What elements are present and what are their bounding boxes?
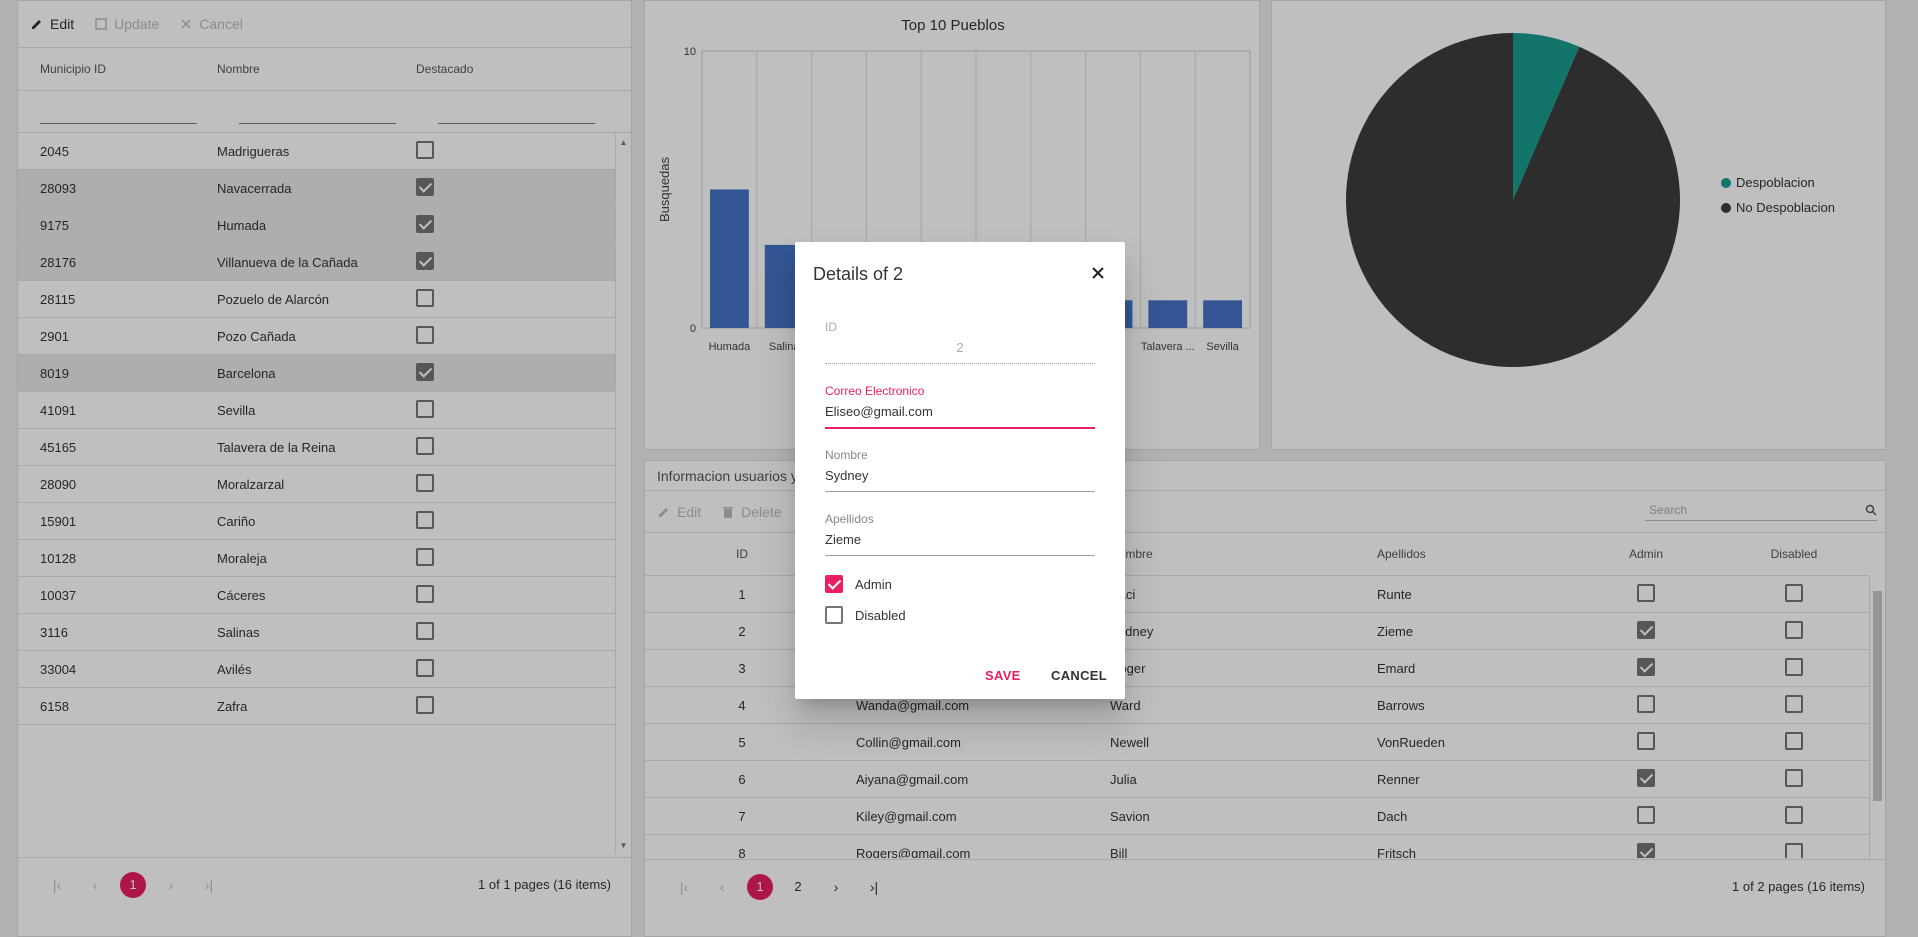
close-icon[interactable] (1089, 264, 1107, 282)
apellidos-input[interactable]: Zieme (825, 532, 1095, 550)
nombre-input[interactable]: Sydney (825, 468, 1095, 486)
nombre-label: Nombre (825, 448, 868, 462)
id-value: 2 (956, 340, 964, 355)
nombre-field[interactable]: Nombre Sydney (825, 448, 1095, 492)
apellidos-field[interactable]: Apellidos Zieme (825, 512, 1095, 556)
disabled-checkbox[interactable] (825, 606, 843, 624)
id-label: ID (825, 320, 837, 334)
admin-label: Admin (855, 576, 892, 592)
admin-checkbox-row[interactable]: Admin (825, 575, 892, 593)
disabled-label: Disabled (855, 607, 906, 623)
admin-checkbox[interactable] (825, 575, 843, 593)
email-label: Correo Electronico (825, 384, 925, 398)
save-button[interactable]: SAVE (985, 668, 1021, 683)
apellidos-label: Apellidos (825, 512, 874, 526)
email-input[interactable]: Eliseo@gmail.com (825, 404, 1095, 422)
disabled-checkbox-row[interactable]: Disabled (825, 606, 906, 624)
details-dialog: Details of 2 ID 2 Correo Electronico Eli… (795, 242, 1125, 699)
dialog-cancel-button[interactable]: CANCEL (1051, 668, 1107, 683)
email-field[interactable]: Correo Electronico Eliseo@gmail.com (825, 384, 1095, 429)
id-field: ID 2 (825, 320, 1095, 364)
dialog-title: Details of 2 (813, 264, 904, 284)
